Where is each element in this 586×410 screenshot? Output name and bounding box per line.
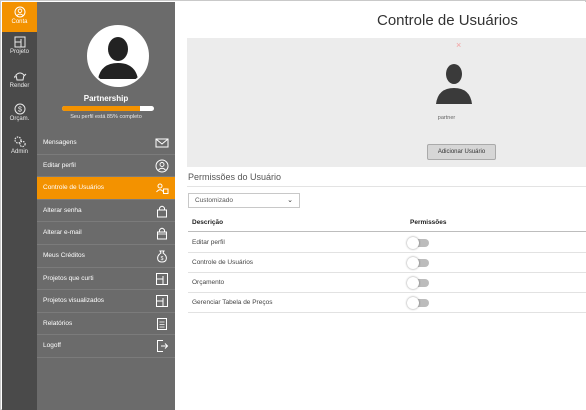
- menu-label: Logoff: [43, 342, 61, 350]
- profile-progress-text: Seu perfil está 85% completo: [70, 114, 142, 120]
- blueprint-icon: [14, 36, 25, 48]
- rail-item-orcamento[interactable]: $ Orçam.: [2, 103, 37, 129]
- permissions-table-header: Descrição Permissões: [188, 215, 586, 232]
- menu-item-relatorios[interactable]: Relatórios: [37, 313, 175, 336]
- col-header-description: Descrição: [192, 219, 224, 226]
- menu-item-alterar-senha[interactable]: Alterar senha: [37, 200, 175, 223]
- svg-text:$: $: [161, 256, 164, 262]
- menu-label: Editar perfil: [43, 161, 76, 169]
- select-value: Customizado: [195, 197, 233, 204]
- blueprint-like-icon: [156, 272, 168, 285]
- col-header-permissions: Permissões: [410, 219, 447, 226]
- chevron-down-icon: ⌄: [287, 197, 293, 204]
- menu-label: Relatórios: [43, 319, 73, 327]
- menu-item-mensagens[interactable]: Mensagens: [37, 132, 175, 155]
- profile-edit-icon: [155, 159, 169, 173]
- rail-item-conta[interactable]: Conta: [2, 2, 37, 32]
- rail-label-projeto: Projeto: [9, 49, 29, 55]
- users-control-icon: [156, 183, 169, 195]
- menu-item-alterar-email[interactable]: Alterar e-mail: [37, 222, 175, 245]
- page-title: Controle de Usuários: [377, 12, 518, 29]
- toggle-knob: [407, 277, 419, 289]
- teapot-icon: [13, 72, 26, 81]
- permission-toggle[interactable]: [407, 277, 429, 289]
- rail-item-projeto[interactable]: Projeto: [2, 36, 37, 62]
- add-user-button[interactable]: Adicionar Usuário: [427, 144, 496, 160]
- row-label: Editar perfil: [192, 239, 225, 246]
- user-circle-icon: [14, 6, 25, 18]
- table-row: Gerenciar Tabela de Preços: [188, 293, 586, 313]
- profile-name: Partnership: [83, 94, 129, 103]
- coin-icon: $: [14, 103, 25, 115]
- rail-label-render: Render: [9, 83, 30, 89]
- rail-label-orcamento: Orçam.: [9, 116, 30, 122]
- menu-label: Mensagens: [43, 139, 77, 146]
- app-rail: Conta Projeto Render $ Orçam. Admin: [2, 2, 37, 410]
- admin-gears-icon: [13, 136, 26, 148]
- money-bag-icon: $: [157, 250, 167, 263]
- main-content: Controle de Usuários × partner Adicionar…: [175, 2, 586, 410]
- user-card: × partner Adicionar Usuário: [187, 38, 586, 167]
- permission-toggle[interactable]: [407, 237, 429, 249]
- logout-icon: [157, 340, 169, 353]
- report-icon: [157, 317, 167, 330]
- table-row: Editar perfil: [188, 233, 586, 253]
- svg-text:$: $: [18, 107, 22, 114]
- user-silhouette-icon: [89, 27, 147, 85]
- toggle-knob: [407, 257, 419, 269]
- menu-item-controle-usuarios[interactable]: Controle de Usuários: [37, 177, 175, 200]
- user-card-name: partner: [437, 115, 456, 121]
- menu-label: Projetos que curti: [43, 274, 94, 282]
- close-icon[interactable]: ×: [456, 40, 461, 50]
- menu-item-logoff[interactable]: Logoff: [37, 335, 175, 358]
- menu-label: Projetos visualizados: [43, 297, 105, 305]
- permission-toggle[interactable]: [407, 297, 429, 309]
- avatar[interactable]: [87, 25, 149, 87]
- rail-label-conta: Conta: [11, 19, 28, 25]
- app-window: Conta Projeto Render $ Orçam. Admin Part…: [0, 0, 586, 410]
- row-label: Gerenciar Tabela de Preços: [192, 299, 273, 306]
- menu-item-projetos-visualizados[interactable]: Projetos visualizados: [37, 290, 175, 313]
- toggle-knob: [407, 297, 419, 309]
- envelope-icon: [155, 138, 169, 148]
- rail-item-admin[interactable]: Admin: [2, 135, 37, 161]
- row-label: Controle de Usuários: [192, 259, 254, 266]
- lock-icon: [157, 205, 167, 218]
- row-label: Orçamento: [192, 279, 225, 286]
- toggle-knob: [407, 237, 419, 249]
- rail-label-admin: Admin: [10, 149, 28, 155]
- profile-menu: Mensagens Editar perfil Controle de Usuá…: [37, 132, 175, 358]
- blueprint-view-icon: [156, 295, 168, 308]
- menu-label: Controle de Usuários: [43, 184, 105, 192]
- permissions-title: Permissões do Usuário: [188, 172, 282, 182]
- lock-email-icon: [157, 228, 167, 240]
- menu-label: Alterar senha: [43, 206, 82, 214]
- menu-item-projetos-curti[interactable]: Projetos que curti: [37, 268, 175, 291]
- profile-type-select[interactable]: Customizado ⌄: [188, 193, 300, 208]
- permission-toggle[interactable]: [407, 257, 429, 269]
- menu-item-editar-perfil[interactable]: Editar perfil: [37, 155, 175, 178]
- profile-sidebar: Partnership Seu perfil está 85% completo…: [37, 2, 175, 410]
- user-silhouette-icon: [436, 64, 472, 104]
- rail-item-render[interactable]: Render: [2, 70, 37, 96]
- menu-label: Meus Créditos: [43, 251, 85, 259]
- menu-item-meus-creditos[interactable]: Meus Créditos $: [37, 245, 175, 268]
- profile-progress-bar: [62, 106, 154, 111]
- menu-label: Alterar e-mail: [43, 229, 82, 237]
- table-row: Controle de Usuários: [188, 253, 586, 273]
- table-row: Orçamento: [188, 273, 586, 293]
- divider: [187, 186, 586, 187]
- profile-progress-fill: [62, 106, 141, 111]
